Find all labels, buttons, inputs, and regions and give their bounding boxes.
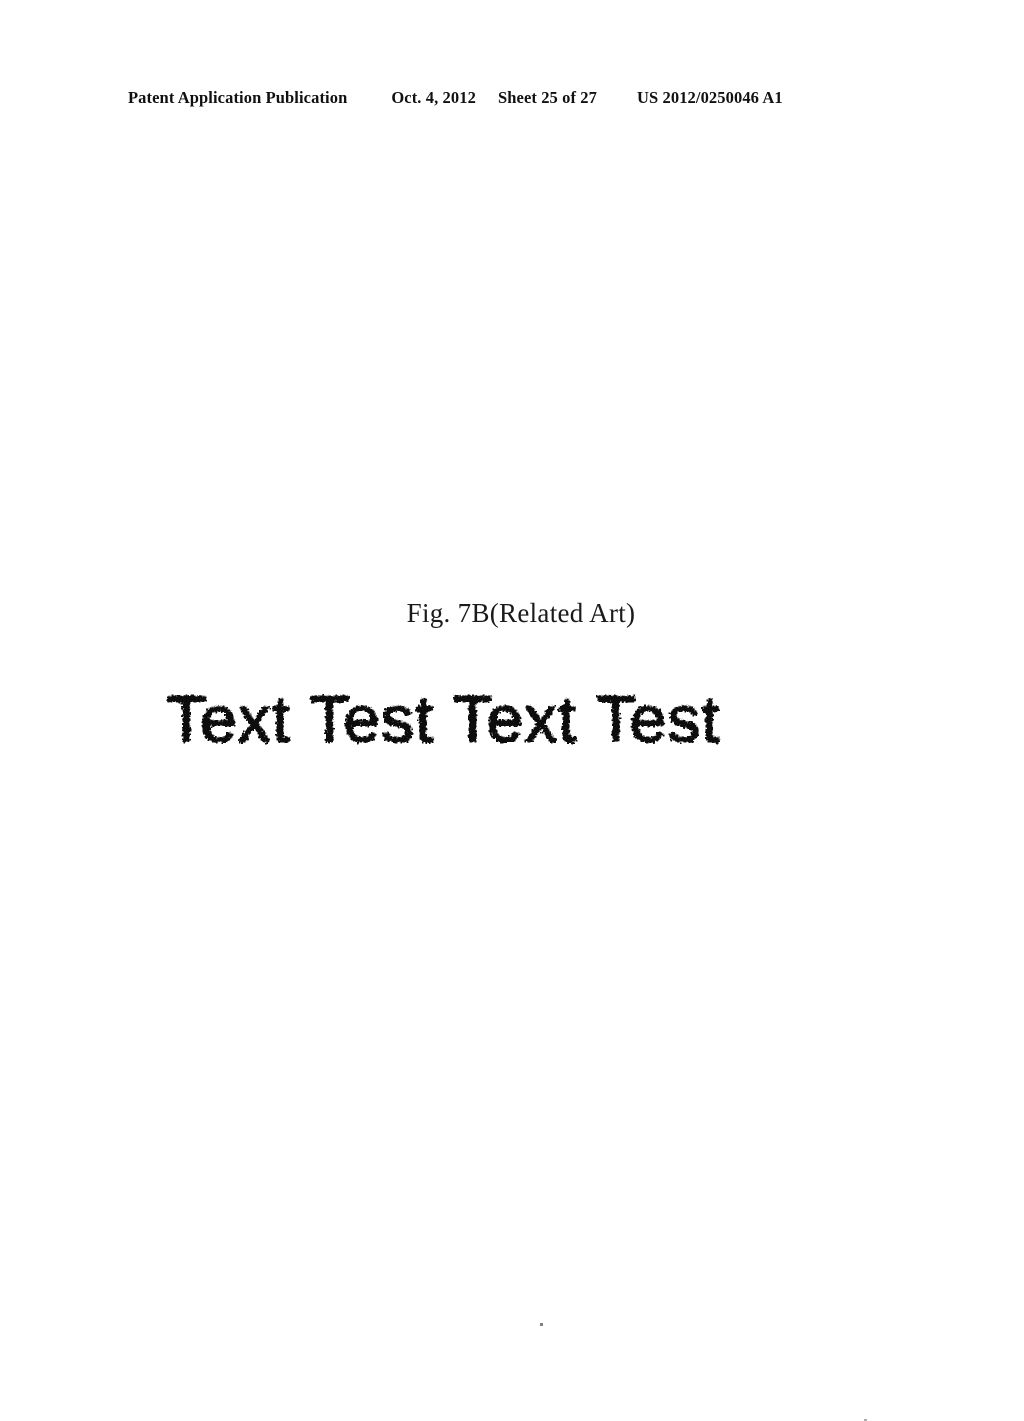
ink-speck-upper-icon: [540, 1323, 543, 1326]
sample-text-region: Text Test Text Test Text Test Text Test: [0, 660, 1024, 1421]
sample-text-ghost: Text Test Text Test: [167, 681, 722, 755]
publication-label: Patent Application Publication: [128, 88, 348, 107]
document-number: US 2012/0250046 A1: [636, 88, 783, 107]
sample-text-ghost-value: Text Test Text Test: [167, 681, 722, 755]
sheet-number: Sheet 25 of 27: [497, 88, 597, 107]
page-header: Patent Application Publication Oct. 4, 2…: [128, 88, 888, 112]
degraded-sample-text: Text Test Text Test Text Test Text Test: [166, 678, 846, 764]
figure-caption: Fig. 7B(Related Art): [406, 598, 636, 628]
degraded-text-svg: Text Test Text Test Text Test Text Test: [166, 681, 722, 756]
figure-block: Fig. 7B(Related Art): [0, 598, 1024, 629]
publication-date: Oct. 4, 2012: [391, 88, 476, 107]
